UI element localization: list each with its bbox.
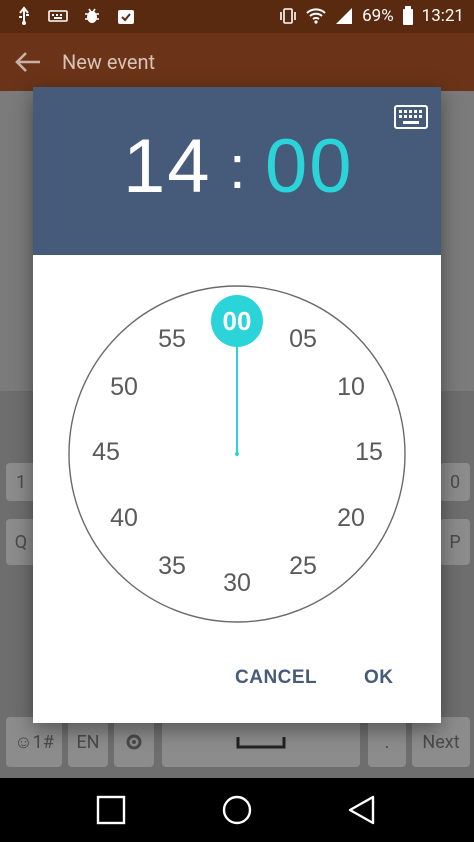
clock-label-45[interactable]: 45 (92, 438, 120, 466)
key-0: 0 (440, 463, 470, 501)
home-circle-icon[interactable] (221, 794, 253, 826)
back-arrow-icon[interactable] (14, 49, 42, 75)
clock-label-10[interactable]: 10 (337, 373, 365, 401)
key-p: P (440, 519, 470, 565)
app-bar-title: New event (62, 50, 156, 74)
ok-button[interactable]: OK (358, 659, 400, 697)
minute-clock-face[interactable]: 00 05 10 15 20 25 30 35 40 45 50 55 (68, 285, 406, 623)
clock-label-05[interactable]: 05 (289, 325, 317, 353)
clock-label-25[interactable]: 25 (289, 552, 317, 580)
checklist-icon (118, 10, 134, 24)
wifi-icon (306, 8, 326, 24)
clock-label-15[interactable]: 15 (355, 438, 383, 466)
clock-label-20[interactable]: 20 (337, 504, 365, 532)
time-separator: : (229, 134, 246, 201)
battery-icon (402, 6, 413, 25)
key-lang: EN (68, 717, 108, 767)
key-next: Next (412, 717, 470, 767)
clock-label-55[interactable]: 55 (158, 325, 186, 353)
vibrate-icon (280, 8, 296, 24)
cancel-button[interactable]: CANCEL (229, 659, 323, 697)
clock-center-dot (235, 452, 239, 456)
key-1: 1 (6, 463, 36, 501)
clock-label-40[interactable]: 40 (110, 504, 138, 532)
key-period: . (368, 717, 406, 767)
key-space (162, 717, 360, 767)
clock-label-35[interactable]: 35 (158, 552, 186, 580)
usb-icon (19, 6, 29, 25)
clock-label-50[interactable]: 50 (110, 373, 138, 401)
key-settings (114, 717, 154, 767)
key-emoji: ☺1# (6, 717, 62, 767)
clock-label-30[interactable]: 30 (223, 569, 251, 597)
bug-icon (85, 8, 99, 23)
keyboard-notification-icon (48, 10, 68, 22)
selected-minute-label[interactable]: 00 (223, 306, 252, 336)
recents-square-icon[interactable] (95, 794, 127, 826)
app-bar: New event (0, 33, 474, 91)
time-picker-dialog: 14 : 00 00 05 10 15 20 25 30 35 40 45 50… (33, 87, 441, 723)
battery-percent: 69% (362, 6, 394, 26)
back-triangle-icon[interactable] (346, 794, 378, 826)
time-display: 14 : 00 (33, 123, 441, 213)
status-time: 13:21 (421, 6, 464, 26)
navigation-bar (0, 778, 474, 842)
signal-icon (336, 8, 353, 24)
minute-display[interactable]: 00 (265, 123, 354, 210)
key-q: Q (6, 519, 36, 565)
hour-display[interactable]: 14 (123, 123, 212, 210)
time-picker-header: 14 : 00 (33, 87, 441, 255)
space-icon (236, 737, 286, 749)
status-bar: 69% 13:21 (0, 0, 474, 33)
dialog-actions: CANCEL OK (33, 659, 441, 699)
gear-icon (126, 734, 142, 750)
